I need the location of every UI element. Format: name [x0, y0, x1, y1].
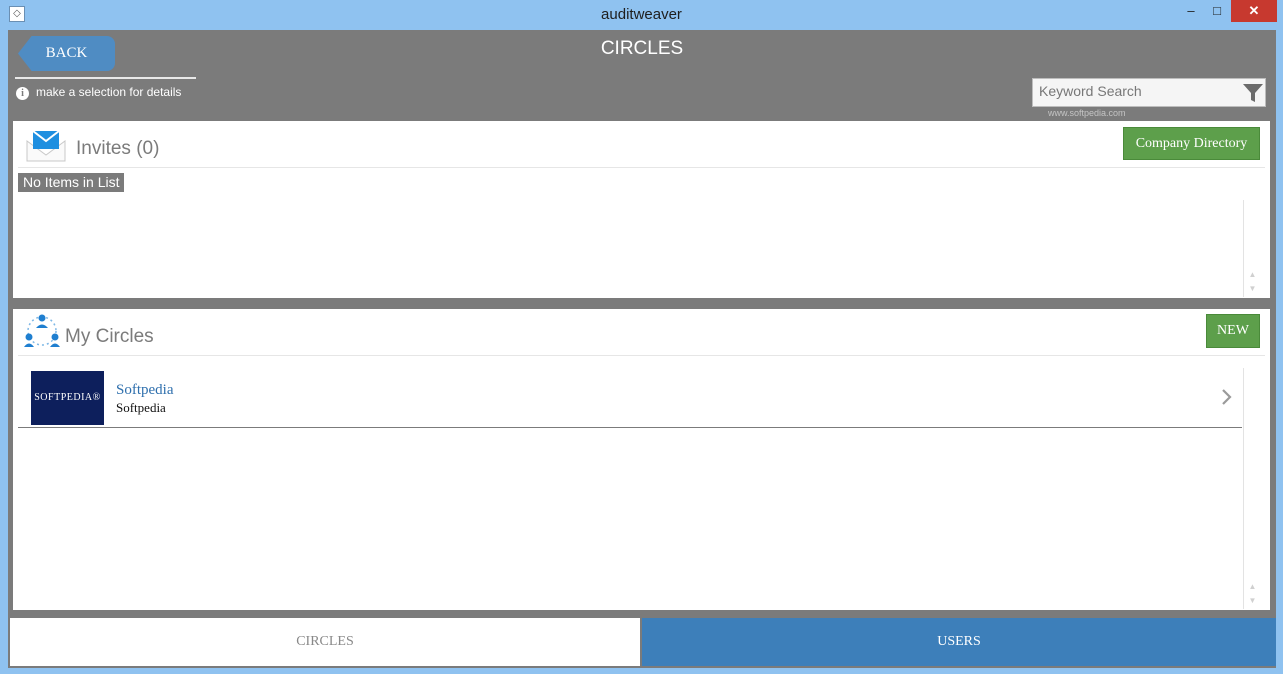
invites-title: Invites (0): [76, 138, 160, 159]
filter-icon[interactable]: [1241, 81, 1265, 105]
invites-divider: [18, 167, 1265, 168]
minimize-button[interactable]: –: [1178, 0, 1204, 22]
scroll-up-arrow[interactable]: ▲: [1244, 268, 1261, 282]
window-titlebar: ◇ auditweaver – □ ✕: [0, 0, 1283, 30]
tab-circles[interactable]: CIRCLES: [10, 618, 640, 666]
hint-text: make a selection for details: [36, 85, 182, 99]
circle-subtitle: Softpedia: [116, 400, 166, 415]
circle-title: Softpedia: [116, 382, 174, 398]
circles-scrollbar[interactable]: ▲ ▼: [1243, 368, 1261, 609]
new-circle-button[interactable]: NEW: [1206, 314, 1260, 348]
circles-people-icon: [24, 314, 60, 347]
circle-thumbnail: SOFTPEDIA®: [31, 371, 104, 425]
page-title: CIRCLES: [600, 38, 684, 59]
company-directory-button[interactable]: Company Directory: [1123, 127, 1260, 160]
scroll-down-arrow[interactable]: ▼: [1244, 594, 1261, 608]
keyword-search-input[interactable]: Keyword Search: [1032, 78, 1266, 107]
scroll-down-arrow[interactable]: ▼: [1244, 282, 1261, 296]
window-title: auditweaver: [601, 6, 682, 23]
app-body: BACK CIRCLES i make a selection for deta…: [8, 30, 1276, 668]
tab-users[interactable]: USERS: [642, 618, 1276, 666]
empty-list-label: No Items in List: [18, 173, 125, 192]
hint-divider: [15, 77, 196, 79]
list-item[interactable]: SOFTPEDIA® Softpedia Softpedia: [18, 368, 1242, 428]
close-button[interactable]: ✕: [1231, 0, 1277, 22]
circles-divider: [18, 355, 1265, 356]
info-icon: i: [16, 87, 29, 100]
scroll-up-arrow[interactable]: ▲: [1244, 580, 1261, 594]
my-circles-panel: My Circles NEW SOFTPEDIA® Softpedia Soft…: [13, 309, 1270, 610]
my-circles-title: My Circles: [65, 326, 154, 347]
watermark-text: www.softpedia.com: [1048, 108, 1126, 118]
maximize-button[interactable]: □: [1204, 0, 1230, 22]
invites-scrollbar[interactable]: ▲ ▼: [1243, 200, 1261, 297]
mail-icon: [26, 130, 66, 162]
chevron-right-icon[interactable]: [1220, 388, 1234, 406]
invites-panel: Invites (0) Company Directory No Items i…: [13, 121, 1270, 298]
